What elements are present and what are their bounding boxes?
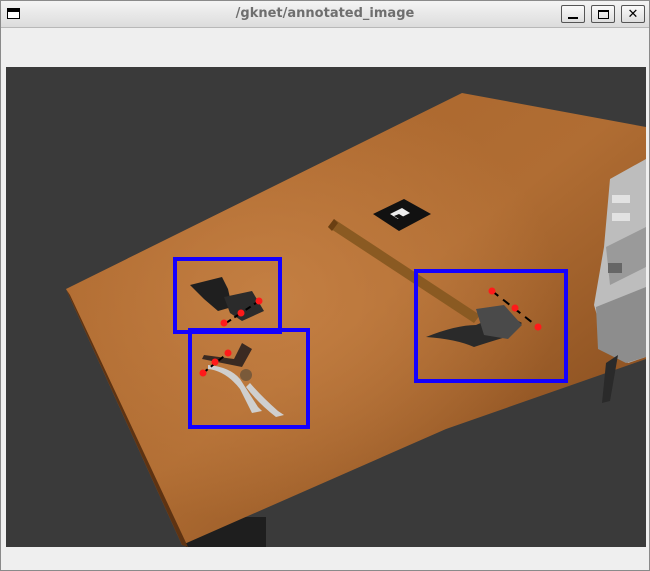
window-title: /gknet/annotated_image (235, 6, 415, 21)
maximize-button[interactable] (591, 5, 615, 23)
maximize-icon (597, 9, 609, 19)
app-window: /gknet/annotated_image ✕ (0, 0, 650, 571)
close-icon: ✕ (627, 6, 639, 22)
minimize-icon (568, 17, 578, 19)
annotated-image (6, 67, 646, 547)
close-button[interactable]: ✕ (621, 5, 645, 23)
title-bar[interactable]: /gknet/annotated_image ✕ (1, 1, 649, 28)
minimize-button[interactable] (561, 5, 585, 23)
